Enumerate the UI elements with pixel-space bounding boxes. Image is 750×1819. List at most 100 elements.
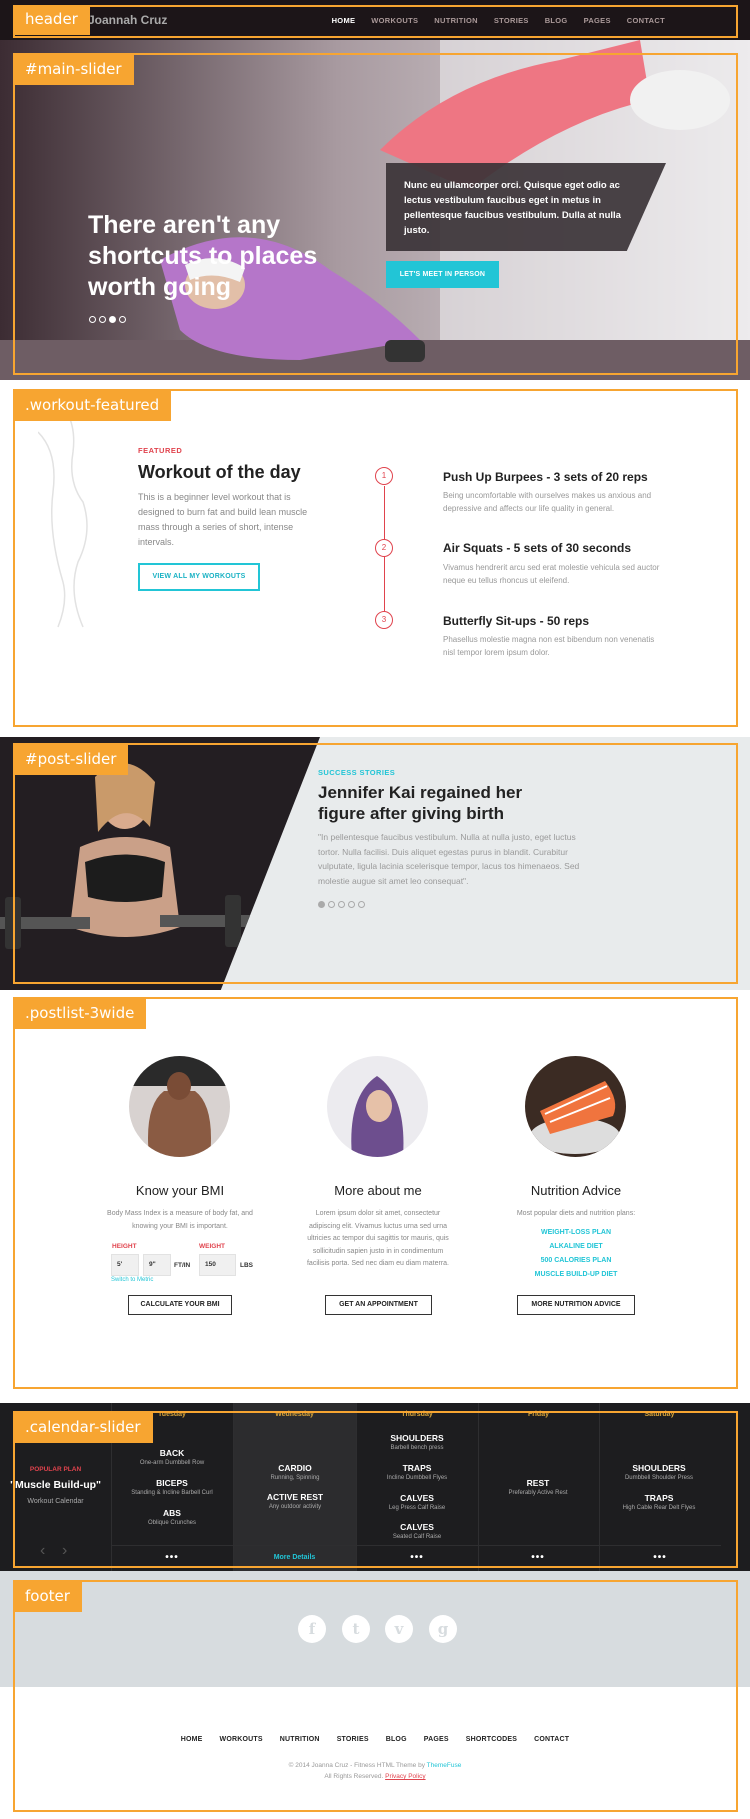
- slide-dot[interactable]: [99, 316, 106, 323]
- featured-label: FEATURED: [138, 446, 183, 455]
- cal-entry-title: TRAPS: [402, 1463, 432, 1473]
- plan-label: POPULAR PLAN: [29, 1466, 82, 1473]
- step-number: 1: [375, 467, 393, 485]
- exercise-description: Being uncomfortable with ourselves makes…: [443, 491, 652, 513]
- calculate-bmi-button[interactable]: CALCULATE YOUR BMI: [128, 1295, 232, 1315]
- footer-nav-stories[interactable]: STORIES: [337, 1736, 369, 1743]
- cal-entry-title: CARDIO: [278, 1463, 312, 1473]
- nutrition-link[interactable]: WEIGHT-LOSS PLAN: [501, 1229, 651, 1236]
- vimeo-icon[interactable]: v: [385, 1615, 413, 1643]
- exercise-title: Air Squats - 5 sets of 30 seconds: [443, 541, 632, 555]
- hero-text: Nunc eu ullamcorper orci. Quisque eget o…: [404, 180, 621, 236]
- nutrition-image[interactable]: [525, 1056, 626, 1157]
- slide-dot-active[interactable]: [318, 901, 325, 908]
- facebook-icon[interactable]: f: [298, 1615, 326, 1643]
- calendar-next-icon[interactable]: ›: [62, 1542, 67, 1560]
- cal-entry-sub: Seated Calf Raise: [392, 1534, 442, 1540]
- get-appointment-button[interactable]: GET AN APPOINTMENT: [325, 1295, 432, 1315]
- nutrition-link[interactable]: MUSCLE BUILD-UP DIET: [501, 1271, 651, 1278]
- step-number: 3: [375, 611, 393, 629]
- annotation-frame-workout: [13, 389, 738, 727]
- nav-home[interactable]: HOME: [332, 16, 356, 25]
- more-dots-button[interactable]: •••: [518, 1552, 558, 1563]
- about-image[interactable]: [327, 1056, 428, 1157]
- slide-dot[interactable]: [328, 901, 335, 908]
- nav-contact[interactable]: CONTACT: [627, 16, 665, 25]
- exercise-title: Butterfly Sit-ups - 50 reps: [443, 614, 590, 628]
- slide-dot[interactable]: [338, 901, 345, 908]
- footer-nav-workouts[interactable]: WORKOUTS: [220, 1736, 263, 1743]
- cal-entry-sub: Standing & Incline Barbell Curl: [131, 1490, 213, 1496]
- cal-entry-sub: Oblique Crunches: [147, 1520, 197, 1526]
- google-plus-icon[interactable]: g: [429, 1615, 457, 1643]
- footer-nav-nutrition[interactable]: NUTRITION: [280, 1736, 320, 1743]
- more-details-link[interactable]: More Details: [233, 1554, 356, 1561]
- ft-in-unit: FT/IN: [174, 1262, 191, 1269]
- main-nav: HOME WORKOUTS NUTRITION STORIES BLOG PAG…: [332, 16, 665, 25]
- footer-nav-blog[interactable]: BLOG: [386, 1736, 407, 1743]
- more-dots-button[interactable]: •••: [152, 1552, 192, 1563]
- bmi-image[interactable]: [129, 1056, 230, 1157]
- site-header: Joannah Cruz HOME WORKOUTS NUTRITION STO…: [0, 0, 750, 40]
- cal-entry-title: SHOULDERS: [390, 1433, 444, 1443]
- nav-workouts[interactable]: WORKOUTS: [371, 16, 418, 25]
- day-friday: Friday: [527, 1411, 549, 1418]
- nav-stories[interactable]: STORIES: [494, 16, 529, 25]
- rights-text: All Rights Reserved.: [324, 1773, 384, 1780]
- more-dots-button[interactable]: •••: [397, 1552, 437, 1563]
- cal-entry-sub: One-arm Dumbbell Row: [139, 1460, 205, 1466]
- nav-pages[interactable]: PAGES: [584, 16, 611, 25]
- themefuse-link[interactable]: ThemeFuse: [427, 1762, 462, 1769]
- slide-dot[interactable]: [348, 901, 355, 908]
- nutrition-link[interactable]: 500 CALORIES PLAN: [501, 1257, 651, 1264]
- footer-nav-shortcodes[interactable]: SHORTCODES: [466, 1736, 517, 1743]
- cal-entry-title: TRAPS: [644, 1493, 674, 1503]
- post-dots: [318, 901, 365, 908]
- calendar-divider: [111, 1545, 721, 1546]
- more-nutrition-button[interactable]: MORE NUTRITION ADVICE: [517, 1295, 635, 1315]
- footer-nav-pages[interactable]: PAGES: [424, 1736, 449, 1743]
- cal-entry-title: REST: [526, 1478, 550, 1488]
- nav-nutrition[interactable]: NUTRITION: [434, 16, 478, 25]
- nav-blog[interactable]: BLOG: [545, 16, 568, 25]
- post-title[interactable]: Jennifer Kai regained her figure after g…: [318, 782, 558, 824]
- slide-dot[interactable]: [119, 316, 126, 323]
- exercise-description: Phasellus molestie magna non est bibendu…: [443, 635, 655, 657]
- privacy-policy-link[interactable]: Privacy Policy: [385, 1773, 425, 1780]
- cal-entry-sub: Incline Dumbbell Flyes: [386, 1475, 448, 1481]
- step-number: 2: [375, 539, 393, 557]
- twitter-icon[interactable]: t: [342, 1615, 370, 1643]
- slide-dot[interactable]: [89, 316, 96, 323]
- body-outline-illustration: [38, 392, 88, 628]
- annotation-label-main-slider: #main-slider: [13, 55, 134, 85]
- weight-input[interactable]: 150: [199, 1254, 236, 1276]
- nutrition-link[interactable]: ALKALINE DIET: [501, 1243, 651, 1250]
- cal-entry-sub: Barbell bench press: [390, 1445, 444, 1451]
- annotation-label-workout: .workout-featured: [13, 391, 172, 421]
- height-in-input[interactable]: 9": [143, 1254, 171, 1276]
- nutrition-text: Most popular diets and nutrition plans:: [516, 1210, 636, 1217]
- annotation-label-post: #post-slider: [13, 745, 129, 775]
- cal-entry-title: SHOULDERS: [632, 1463, 686, 1473]
- cal-entry-title: ABS: [163, 1508, 181, 1518]
- height-ft-input[interactable]: 5': [111, 1254, 139, 1276]
- footer-nav: HOME WORKOUTS NUTRITION STORIES BLOG PAG…: [0, 1736, 750, 1743]
- cal-entry-title: ACTIVE REST: [266, 1492, 324, 1502]
- rights-line: All Rights Reserved. Privacy Policy: [0, 1773, 750, 1780]
- annotation-label-footer: footer: [13, 1582, 82, 1612]
- bmi-title: Know your BMI: [135, 1183, 225, 1198]
- slide-dot[interactable]: [358, 901, 365, 908]
- height-label: HEIGHT: [112, 1243, 137, 1250]
- site-brand[interactable]: Joannah Cruz: [88, 13, 167, 27]
- workout-description: This is a beginner level workout that is…: [138, 492, 308, 547]
- lbs-unit: LBS: [240, 1262, 253, 1269]
- more-dots-button[interactable]: •••: [640, 1552, 680, 1563]
- meet-in-person-button[interactable]: LET'S MEET IN PERSON: [386, 261, 499, 288]
- switch-to-metric-link[interactable]: Switch to Metric: [60, 1277, 210, 1283]
- footer-nav-home[interactable]: HOME: [181, 1736, 203, 1743]
- slide-dot-active[interactable]: [109, 316, 116, 323]
- calendar-prev-icon[interactable]: ‹: [40, 1542, 45, 1560]
- footer-nav-contact[interactable]: CONTACT: [534, 1736, 569, 1743]
- view-all-workouts-button[interactable]: VIEW ALL MY WORKOUTS: [138, 563, 260, 591]
- nutrition-title: Nutrition Advice: [530, 1183, 622, 1198]
